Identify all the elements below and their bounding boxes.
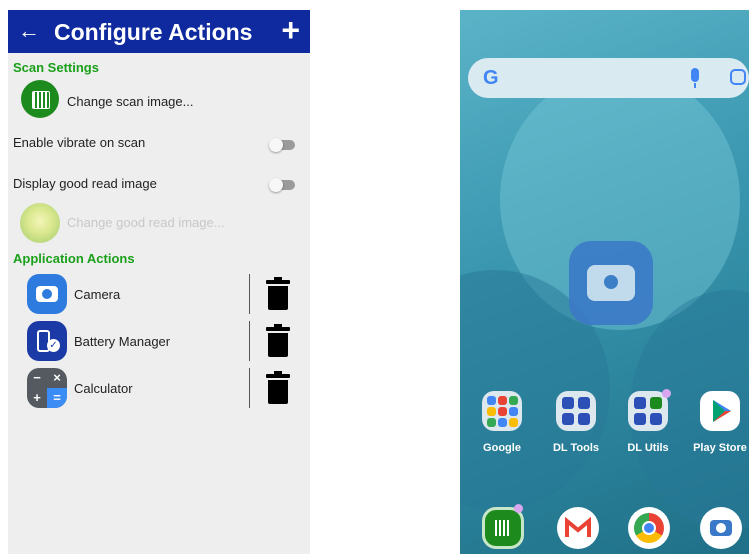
application-actions-header: Application Actions [13,251,135,266]
trash-can [268,333,288,357]
row-divider [249,274,250,314]
folder-app-icon [562,413,574,425]
folder-app-icon [634,397,646,409]
camera-lens [42,289,52,299]
folder-app-icon [562,397,574,409]
gmail-icon[interactable] [557,507,599,549]
display-good-read-label: Display good read image [13,176,157,191]
page-title: Configure Actions [54,19,253,45]
google-lens-icon[interactable] [730,69,746,85]
enable-vibrate-label: Enable vibrate on scan [13,135,146,150]
scan-image-preview[interactable] [21,80,59,118]
enable-vibrate-toggle[interactable] [269,138,295,152]
action-label-camera: Camera [74,287,121,302]
google-logo-icon: G [483,67,499,89]
folder-app-icon [487,418,496,427]
gmail-envelope [565,516,591,537]
minus-key: − [33,370,41,385]
folder-app-icon [634,413,646,425]
back-arrow-icon[interactable]: ← [18,19,40,43]
barcode-icon [32,91,50,109]
equals-key: = [47,388,67,408]
app-label-dl-tools: DL Tools [552,442,600,454]
toggle-knob [269,178,283,192]
folder-app-icon [487,396,496,405]
home-screen: G Google DL Tools DL Utils Play Store [460,10,749,554]
toggle-knob [269,138,283,152]
trash-lid [266,280,290,284]
plus-key: + [33,390,41,405]
trash-can [268,380,288,404]
camera-icon [27,274,67,314]
google-search-bar[interactable]: G [468,58,749,98]
check-badge-icon: ✓ [47,339,60,352]
action-label-battery-manager: Battery Manager [74,334,171,349]
scan-settings-header: Scan Settings [13,60,99,75]
folder-app-icon [498,396,507,405]
display-good-read-toggle[interactable] [269,178,295,192]
folder-app-icon [498,418,507,427]
dl-tools-folder-icon[interactable] [556,391,596,431]
delete-calculator-trash-icon[interactable] [266,371,290,404]
notification-dot [514,504,523,513]
configure-actions-screen: ← Configure Actions + Scan Settings Chan… [8,10,310,554]
chrome-center [642,521,656,535]
app-label-google: Google [483,442,521,454]
folder-app-icon [509,396,518,405]
action-label-calculator: Calculator [74,381,133,396]
app-label-dl-utils: DL Utils [627,442,669,454]
folder-app-icon [578,413,590,425]
barcode-icon [495,520,511,536]
camera-dock-icon[interactable] [700,507,742,549]
add-action-icon[interactable]: + [281,12,300,48]
camera-widget-icon[interactable] [569,241,653,325]
folder-app-icon [509,418,518,427]
delete-battery-manager-trash-icon[interactable] [266,324,290,357]
row-divider [249,368,250,408]
folder-app-icon [650,397,662,409]
folder-app-icon [509,407,518,416]
notification-dot [662,389,671,398]
dl-utils-folder-icon[interactable] [628,391,668,431]
change-good-read-image-button: Change good read image... [67,215,225,230]
google-folder-icon[interactable] [482,391,522,431]
calculator-icon: − × + = [27,368,67,408]
folder-app-icon [650,413,662,425]
battery-manager-icon: ✓ [27,321,67,361]
play-store-icon[interactable] [700,391,740,431]
good-read-image-preview [20,203,60,243]
app-bar: ← Configure Actions + [8,10,310,53]
camera-lens [601,272,621,292]
trash-lid [266,374,290,378]
trash-can [268,286,288,310]
camera-lens [716,523,726,533]
scanner-app-dock-icon[interactable] [482,507,524,549]
trash-lid [266,327,290,331]
folder-app-icon [498,407,507,416]
delete-camera-trash-icon[interactable] [266,277,290,310]
row-divider [249,321,250,361]
chrome-icon[interactable] [628,507,670,549]
microphone-stem [694,83,696,88]
times-key: × [53,370,61,385]
app-label-play-store: Play Store [693,442,747,454]
change-scan-image-button[interactable]: Change scan image... [67,94,193,109]
play-triangle [713,400,731,422]
folder-app-icon [578,397,590,409]
microphone-icon[interactable] [691,68,699,82]
folder-app-icon [487,407,496,416]
